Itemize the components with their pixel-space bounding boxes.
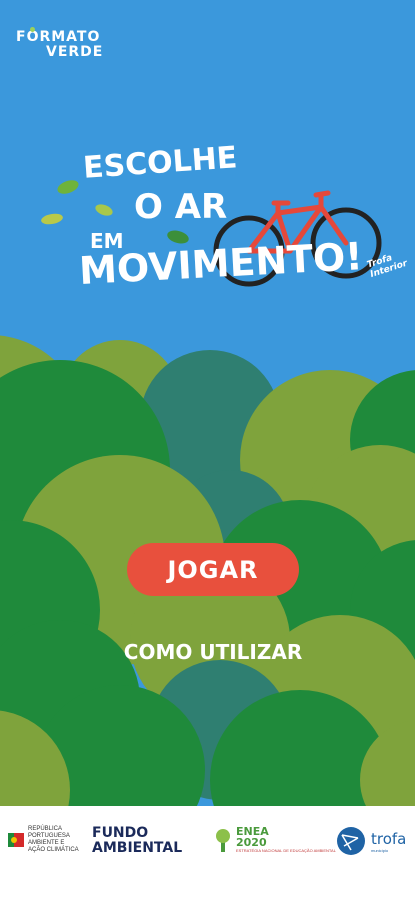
trofa-municipio-logo: trofa município <box>334 826 406 856</box>
play-button[interactable]: JOGAR <box>127 543 299 596</box>
fundo-line2: AMBIENTAL <box>92 840 183 856</box>
enea-sub: ESTRATÉGIA NACIONAL DE EDUCAÇÃO AMBIENTA… <box>236 848 336 853</box>
portugal-flag-icon <box>8 833 24 847</box>
enea-line2: 2020 <box>236 836 267 849</box>
republica-line3: AMBIENTE E <box>28 840 65 846</box>
republica-line1: REPÚBLICA <box>28 826 63 832</box>
republica-line2: PORTUGUESA <box>28 833 70 839</box>
trofa-network-icon <box>337 827 365 855</box>
enea-tree-icon <box>216 828 230 852</box>
fundo-line1: FUNDO <box>92 825 149 841</box>
republica-line4: AÇÃO CLIMÁTICA <box>28 847 79 853</box>
trofa-name: trofa <box>371 829 407 848</box>
enea-2020-logo: ENEA 2020 ESTRATÉGIA NACIONAL DE EDUCAÇÃ… <box>212 826 336 853</box>
how-to-use-link[interactable]: COMO UTILIZAR <box>100 640 326 664</box>
forest-hills-illustration <box>0 335 415 870</box>
fundo-ambiental-logo: FUNDO AMBIENTAL <box>92 826 182 856</box>
republica-portuguesa-logo: REPÚBLICA PORTUGUESA AMBIENTE E AÇÃO CLI… <box>8 826 79 854</box>
trofa-sub: município <box>371 847 389 853</box>
